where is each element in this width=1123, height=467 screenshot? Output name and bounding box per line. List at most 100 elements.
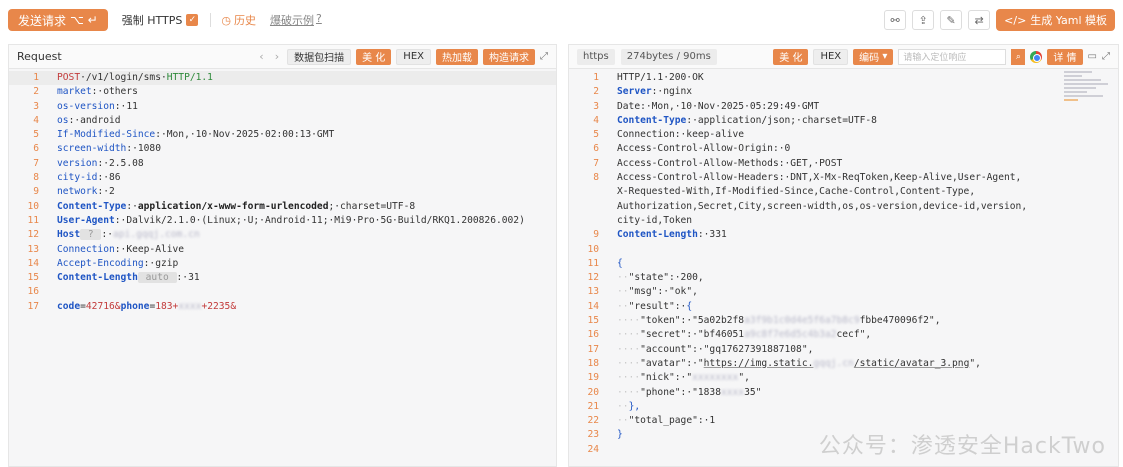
packet-scan-button[interactable]: 数据包扫描 <box>287 48 352 65</box>
code-line[interactable]: 11 User-Agent:·Dalvik/2.1.0·(Linux;·U;·An… <box>9 214 556 228</box>
expand-icon[interactable]: ⤢ <box>540 51 548 62</box>
code-token: :·86 <box>97 172 121 184</box>
generate-yaml-button[interactable]: </> 生成 Yaml 模板 <box>996 9 1115 31</box>
code-line[interactable]: 12 Host ? :·api.gqqj.com.cn <box>9 228 556 242</box>
code-line[interactable]: 4 os:·android <box>9 114 556 128</box>
code-token: } <box>617 429 623 441</box>
code-line[interactable]: 17 code=42716&phone=183+xxxx+2235& <box>9 300 556 314</box>
code-line[interactable]: 11 { <box>569 257 1118 271</box>
code-line[interactable]: 3 Date:·Mon,·10·Nov·2025·05:29:49·GMT <box>569 100 1118 114</box>
code-token: city-id <box>57 172 98 184</box>
line-number: 6 <box>33 143 39 155</box>
response-header: https 274bytes / 90ms 美 化 HEX 编码 ▾ 请输入定位… <box>569 45 1118 69</box>
expand-icon[interactable]: ⤢ <box>1102 51 1110 62</box>
yaml-label: 生成 Yaml 模板 <box>1030 14 1107 27</box>
resp-beautify-button[interactable]: 美 化 <box>773 48 809 65</box>
line-number: 13 <box>587 286 599 298</box>
share-icon[interactable]: ⚯ <box>884 10 907 30</box>
code-line[interactable]: 8 Access-Control-Allow-Headers:·DNT,X-Mx-… <box>569 171 1118 185</box>
code-token: ? <box>80 229 102 241</box>
prev-arrow-icon[interactable]: ‹ <box>256 50 266 63</box>
history-button[interactable]: ◷ 历史 <box>221 12 256 28</box>
resp-hex-button[interactable]: HEX <box>813 48 849 65</box>
code-line[interactable]: Authorization,Secret,City,screen-width,o… <box>569 200 1118 214</box>
code-token: ", <box>969 357 981 369</box>
code-line[interactable]: 9 network:·2 <box>9 185 556 199</box>
code-line[interactable]: 13 Connection:·Keep-Alive <box>9 243 556 257</box>
code-line[interactable]: 9 Content-Length:·331 <box>569 228 1118 242</box>
line-content: Authorization,Secret,City,screen-width,o… <box>617 200 1027 214</box>
code-line[interactable]: 10 Content-Type:·application/x-www-form-u… <box>9 200 556 214</box>
code-line[interactable]: 16 <box>9 285 556 299</box>
force-https-checkbox[interactable]: ✓ <box>186 14 199 26</box>
code-line[interactable]: 16 ····"secret":·"bf46051a9c8f7e6d5c4b3a2… <box>569 328 1118 342</box>
code-line[interactable]: 5 Connection:·keep-alive <box>569 128 1118 142</box>
code-line[interactable]: 5 If-Modified-Since:·Mon,·10·Nov·2025·02:… <box>9 128 556 142</box>
request-editor[interactable]: 1 POST·/v1/login/sms·HTTP/1.1 2 market:·oth… <box>9 71 556 314</box>
hex-button[interactable]: HEX <box>396 48 431 65</box>
code-line[interactable]: 1 HTTP/1.1·200·OK <box>569 71 1118 85</box>
code-line[interactable]: 8 city-id:·86 <box>9 171 556 185</box>
code-line[interactable]: 4 Content-Type:·application/json;·charset… <box>569 114 1118 128</box>
build-request-button[interactable]: 构造请求 <box>483 48 535 65</box>
code-token: POST <box>57 72 81 83</box>
code-line[interactable]: 17 ····"account":·"gq17627391887108", <box>569 343 1118 357</box>
locate-search-input[interactable]: 请输入定位响应 <box>898 48 1007 65</box>
code-line[interactable]: 14 Accept-Encoding:·gzip <box>9 257 556 271</box>
code-line[interactable]: 10 <box>569 243 1118 257</box>
code-line[interactable]: 6 Access-Control-Allow-Origin:·0 <box>569 142 1118 156</box>
response-editor[interactable]: 1 HTTP/1.1·200·OK 2 Server:·nginx 3 Date:·Mon… <box>569 71 1118 457</box>
code-line[interactable]: 12 ··"state":·200, <box>569 271 1118 285</box>
beautify-button[interactable]: 美 化 <box>356 48 392 65</box>
export-icon[interactable]: ⇪ <box>912 10 935 30</box>
code-line[interactable]: 6 screen-width:·1080 <box>9 142 556 156</box>
next-arrow-icon[interactable]: › <box>272 50 282 63</box>
hotload-button[interactable]: 热加载 <box>436 48 478 65</box>
line-content: Date:·Mon,·10·Nov·2025·05:29:49·GMT <box>617 100 819 114</box>
encode-dropdown[interactable]: 编码 ▾ <box>853 48 894 65</box>
code-token: { <box>617 257 623 269</box>
example-link[interactable]: 爆破示例 ? <box>270 12 322 28</box>
code-token: :·2.5.08 <box>97 157 144 169</box>
line-number: 21 <box>587 400 599 412</box>
code-line[interactable]: 7 Access-Control-Allow-Methods:·GET,·POST <box>569 157 1118 171</box>
code-line[interactable]: X-Requested-With,If-Modified-Since,Cache… <box>569 185 1118 199</box>
code-line[interactable]: 15 Content-Length auto :·31 <box>9 271 556 285</box>
code-token: network <box>57 186 98 198</box>
line-number: 12 <box>27 229 39 241</box>
edit-icon[interactable]: ✎ <box>940 10 963 30</box>
minimap[interactable] <box>1064 71 1110 115</box>
line-number: 3 <box>593 100 599 112</box>
code-line[interactable]: 2 market:·others <box>9 85 556 99</box>
code-token: api.gqqj.com.cn <box>113 229 200 241</box>
code-line[interactable]: city-id,Token <box>569 214 1118 228</box>
code-line[interactable]: 13 ··"msg":·"ok", <box>569 285 1118 299</box>
code-line[interactable]: 19 ····"nick":·"xxxxxxxx", <box>569 371 1118 385</box>
code-token: Content-Type <box>57 200 127 212</box>
code-line[interactable]: 14 ··"result":·{ <box>569 300 1118 314</box>
line-content: Access-Control-Allow-Methods:·GET,·POST <box>617 157 842 171</box>
line-number: 18 <box>587 357 599 369</box>
comment-icon[interactable]: ▭ <box>1088 51 1097 62</box>
code-token: Host <box>57 229 81 241</box>
send-request-button[interactable]: 发送请求 ⌥ ↵ <box>8 9 108 31</box>
line-content: Accept-Encoding:·gzip <box>57 257 178 271</box>
code-line[interactable]: 20 ····"phone":·"1838xxxx35" <box>569 386 1118 400</box>
force-https-toggle[interactable]: 强制 HTTPS ✓ <box>122 12 199 28</box>
code-line[interactable]: 3 os-version:·11 <box>9 100 556 114</box>
watermark: 公众号：渗透安全HackTwo <box>818 434 1106 459</box>
chrome-icon[interactable] <box>1030 50 1043 63</box>
search-icon[interactable]: ⌕ <box>1011 48 1026 65</box>
code-line[interactable]: 1 POST·/v1/login/sms·HTTP/1.1 <box>9 71 556 86</box>
detail-button[interactable]: 详 情 <box>1047 48 1083 65</box>
code-token: Content-Length <box>57 272 138 284</box>
code-token: Content-Length <box>617 229 698 241</box>
code-line[interactable]: 15 ····"token":·"5a02b2f8a3f9b1c0d4e5f6a7… <box>569 314 1118 328</box>
request-title: Request <box>17 50 62 63</box>
code-line[interactable]: 7 version:·2.5.08 <box>9 157 556 171</box>
code-line[interactable]: 18 ····"avatar":·"https://img.static.gqqj… <box>569 357 1118 371</box>
swap-icon[interactable]: ⇄ <box>968 10 991 30</box>
code-line[interactable]: 2 Server:·nginx <box>569 85 1118 99</box>
code-line[interactable]: 21 ··}, <box>569 400 1118 414</box>
code-line[interactable]: 22 ··"total_page":·1 <box>569 414 1118 428</box>
